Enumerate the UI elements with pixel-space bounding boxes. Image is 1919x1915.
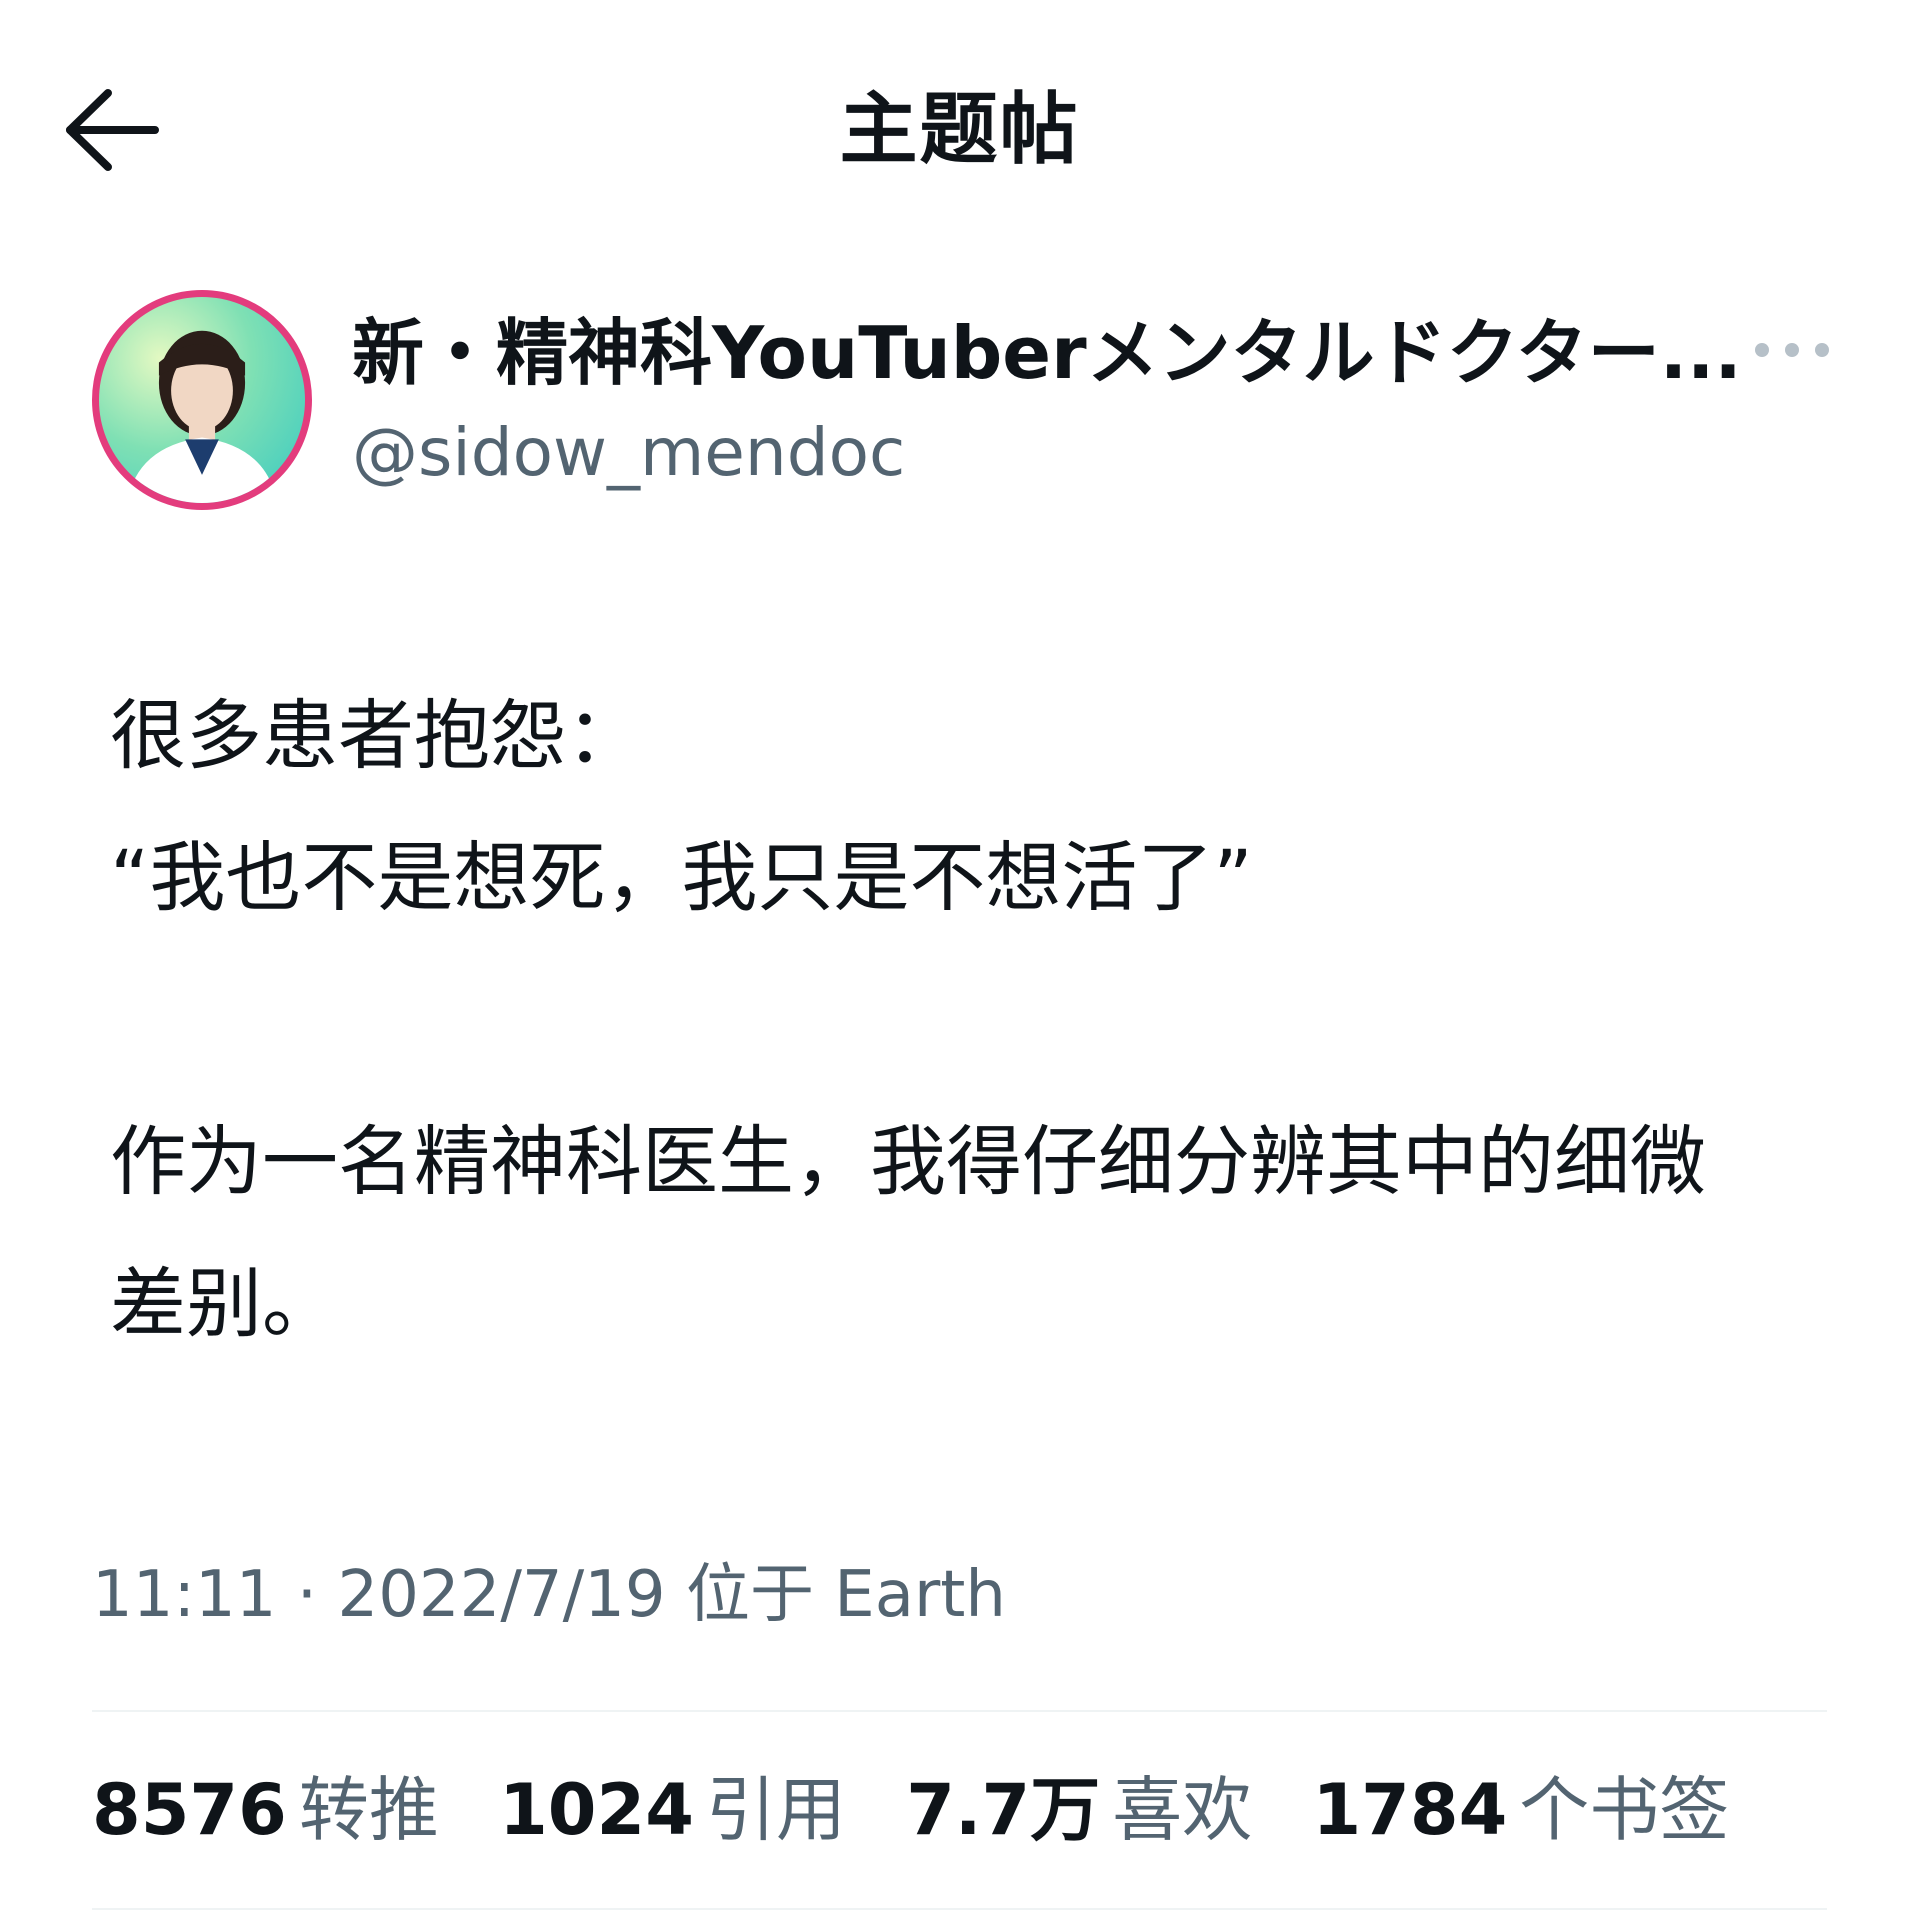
quotes-count: 1024 [499, 1769, 694, 1851]
likes-count: 7.7万 [906, 1769, 1101, 1851]
divider [92, 1908, 1827, 1910]
tweet-timestamp[interactable]: 11:11 · 2022/7/19 位于 Earth [92, 1550, 1006, 1640]
quotes-stat[interactable]: 1024 引用 [499, 1760, 846, 1860]
retweets-label: 转推 [298, 1769, 439, 1851]
author-display-name[interactable]: 新・精神科YouTuberメンタルドクター... [352, 308, 1752, 398]
avatar-photo-icon [127, 330, 277, 503]
divider [92, 1710, 1827, 1712]
bookmarks-stat[interactable]: 1784 个书签 [1312, 1760, 1729, 1860]
tweet-line: 差别。 [110, 1259, 338, 1348]
page-title: 主题帖 [839, 85, 1080, 175]
bookmarks-label: 个书签 [1519, 1769, 1730, 1851]
bookmarks-count: 1784 [1312, 1769, 1508, 1851]
avatar[interactable] [92, 290, 312, 510]
more-button[interactable] [1747, 320, 1837, 380]
tweet-line: 作为一名精神科医生，我得仔细分辨其中的细微 [110, 1117, 1706, 1206]
top-bar: 主题帖 [0, 0, 1919, 260]
author-row: 新・精神科YouTuberメンタルドクター... @sidow_mendoc [92, 290, 1832, 510]
quotes-label: 引用 [705, 1769, 846, 1851]
author-handle[interactable]: @sidow_mendoc [352, 408, 905, 498]
tweet-detail-page: { "header": { "title": "主题帖", "back_icon… [0, 0, 1919, 1915]
tweet-text: 很多患者抱怨： “我也不是想死，我只是不想活了” 作为一名精神科医生，我得仔细分… [110, 665, 1830, 1375]
more-horizontal-icon [1755, 343, 1829, 357]
retweets-stat[interactable]: 8576 转推 [92, 1760, 439, 1860]
tweet-line: 很多患者抱怨： [110, 691, 642, 780]
tweet-line: “我也不是想死，我只是不想活了” [110, 833, 1253, 922]
engagement-stats: 8576 转推 1024 引用 7.7万 喜欢 1784 个书签 [92, 1760, 1832, 1860]
likes-label: 喜欢 [1112, 1769, 1253, 1851]
likes-stat[interactable]: 7.7万 喜欢 [906, 1760, 1252, 1860]
retweets-count: 8576 [92, 1769, 287, 1851]
